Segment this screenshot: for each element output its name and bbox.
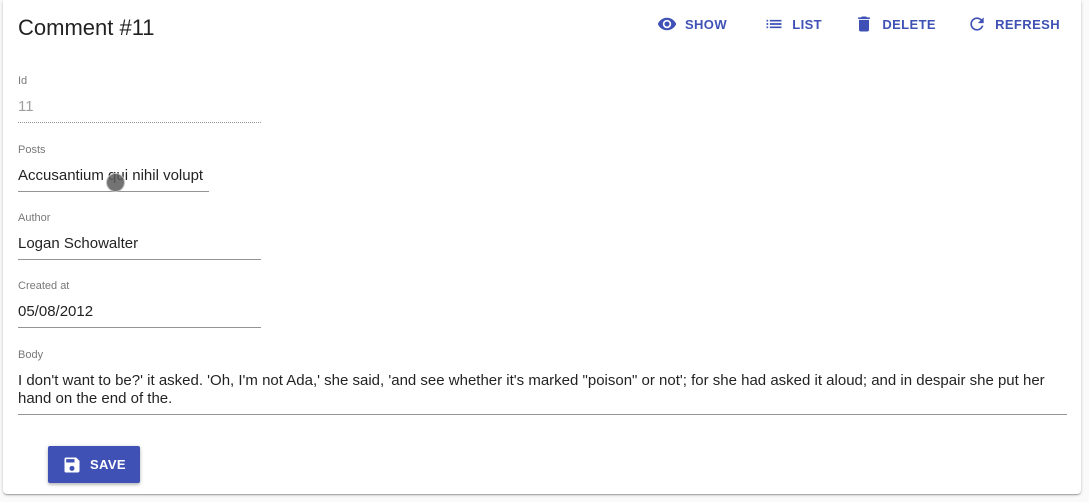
list-icon: [766, 19, 782, 29]
show-button[interactable]: SHOW: [657, 12, 727, 36]
save-button[interactable]: SAVE: [48, 446, 140, 483]
refresh-icon: [970, 17, 984, 31]
eye-icon: [657, 17, 677, 31]
show-button-label: SHOW: [684, 16, 727, 32]
posts-label: Posts: [18, 144, 46, 156]
edit-card: Comment #11 SHOW LIST DELETE REFRESH Id …: [3, 0, 1081, 494]
id-input: 11: [18, 98, 261, 123]
created-at-label: Created at: [18, 280, 70, 292]
author-label: Author: [18, 212, 51, 224]
page-title: Comment #11: [18, 15, 155, 40]
refresh-button-label: REFRESH: [995, 16, 1060, 32]
body-textarea[interactable]: I don't want to be?' it asked. 'Oh, I'm …: [18, 372, 1067, 415]
floppy-disk-icon: [64, 457, 80, 472]
id-label: Id: [18, 75, 28, 87]
author-field: Author Logan Schowalter: [18, 212, 261, 260]
id-field: Id 11: [18, 75, 261, 123]
created-at-input[interactable]: 05/08/2012: [18, 303, 261, 328]
trash-icon: [858, 16, 871, 32]
body-label: Body: [18, 349, 44, 361]
refresh-button[interactable]: REFRESH: [967, 12, 1060, 36]
save-button-label: SAVE: [89, 457, 127, 472]
delete-button-label: DELETE: [882, 16, 936, 32]
mouse-cursor: [106, 173, 125, 192]
created-at-field: Created at 05/08/2012: [18, 280, 261, 328]
author-select[interactable]: Logan Schowalter: [18, 235, 261, 260]
delete-button[interactable]: DELETE: [854, 12, 936, 36]
list-button-label: LIST: [792, 16, 822, 32]
list-button[interactable]: LIST: [764, 12, 822, 36]
body-field: Body I don't want to be?' it asked. 'Oh,…: [18, 349, 1067, 415]
